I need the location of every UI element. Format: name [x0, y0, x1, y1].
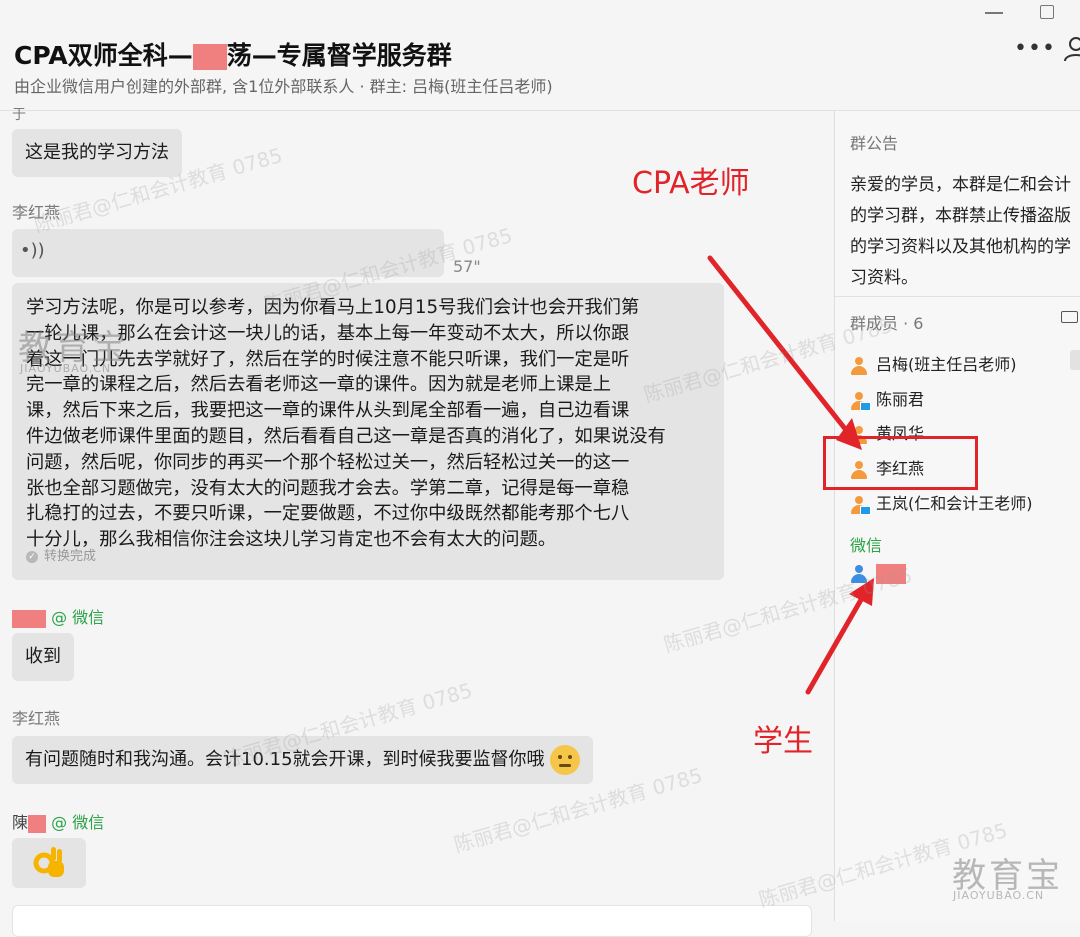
watermark-logo-sub: JIAOYUBAO.CN [953, 889, 1045, 902]
annotation-arrows [707, 255, 874, 695]
student-arrow-line [805, 595, 865, 695]
teacher-arrow-line [707, 255, 849, 433]
watermark-logo-sub: JIAOYUBAO.CN [20, 362, 112, 375]
